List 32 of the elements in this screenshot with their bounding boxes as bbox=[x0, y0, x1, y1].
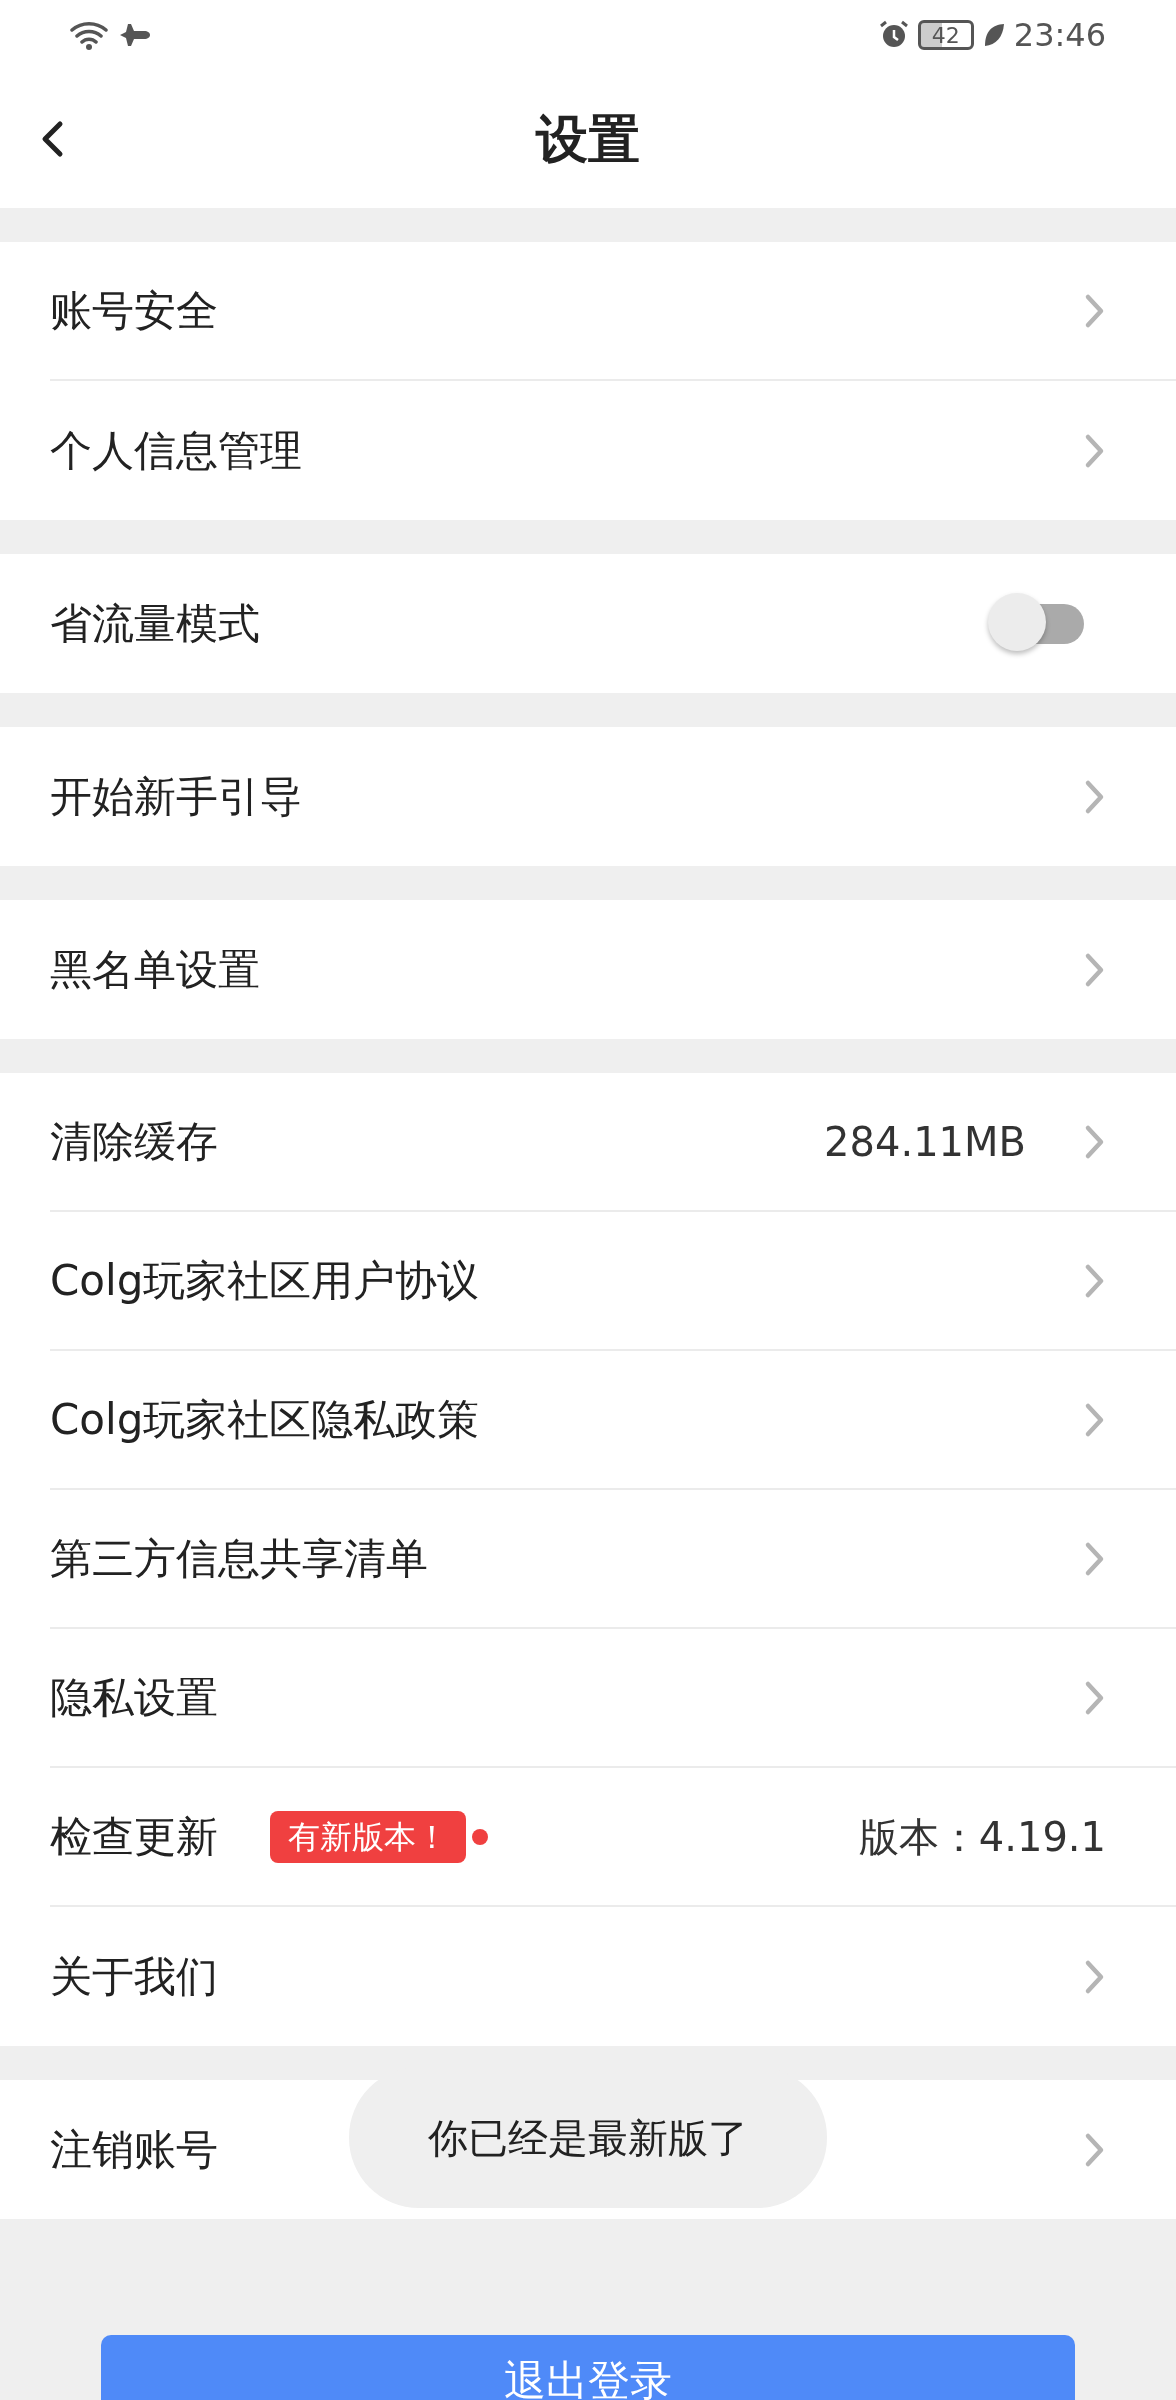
row-label[interactable]: 检查更新 bbox=[50, 1805, 218, 1868]
row-label[interactable]: 黑名单设置 bbox=[50, 938, 260, 1001]
chevron-icon bbox=[1084, 778, 1106, 815]
row-label[interactable]: Colg玩家社区用户协议 bbox=[50, 1249, 480, 1312]
notification-dot bbox=[472, 1828, 488, 1845]
row-value: 版本：4.19.1 bbox=[858, 1812, 1106, 1862]
chevron-icon bbox=[1084, 292, 1106, 329]
row-value: 284.11MB bbox=[824, 1117, 1026, 1167]
chevron-icon bbox=[1084, 432, 1106, 469]
page-title: 设置 bbox=[536, 108, 640, 171]
row-label[interactable]: 隐私设置 bbox=[50, 1666, 218, 1729]
chevron-icon bbox=[1084, 951, 1106, 988]
chevron-icon bbox=[1084, 2131, 1106, 2168]
row-label[interactable]: 清除缓存 bbox=[50, 1110, 218, 1173]
row-label[interactable]: 省流量模式 bbox=[50, 592, 260, 655]
chevron-icon bbox=[1084, 1401, 1106, 1438]
wifi-icon bbox=[70, 19, 110, 51]
row-label[interactable]: 关于我们 bbox=[50, 1945, 218, 2008]
row-label[interactable]: 个人信息管理 bbox=[50, 419, 302, 482]
battery-icon: 42 bbox=[917, 20, 974, 50]
row-label[interactable]: 开始新手引导 bbox=[50, 765, 302, 828]
row-label[interactable]: 账号安全 bbox=[50, 279, 218, 342]
row-label[interactable]: 注销账号 bbox=[50, 2118, 218, 2181]
new-version-tag: 有新版本！ bbox=[270, 1810, 466, 1863]
status-time: 23:46 bbox=[1013, 15, 1106, 56]
chevron-icon bbox=[1084, 1123, 1106, 1160]
chevron-icon bbox=[1084, 1262, 1106, 1299]
row-label[interactable]: Colg玩家社区隐私政策 bbox=[50, 1388, 480, 1451]
chevron-icon bbox=[1084, 1679, 1106, 1716]
chevron-icon bbox=[1084, 1958, 1106, 1995]
row-label[interactable]: 第三方信息共享清单 bbox=[50, 1527, 428, 1590]
chevron-icon bbox=[1084, 1540, 1106, 1577]
